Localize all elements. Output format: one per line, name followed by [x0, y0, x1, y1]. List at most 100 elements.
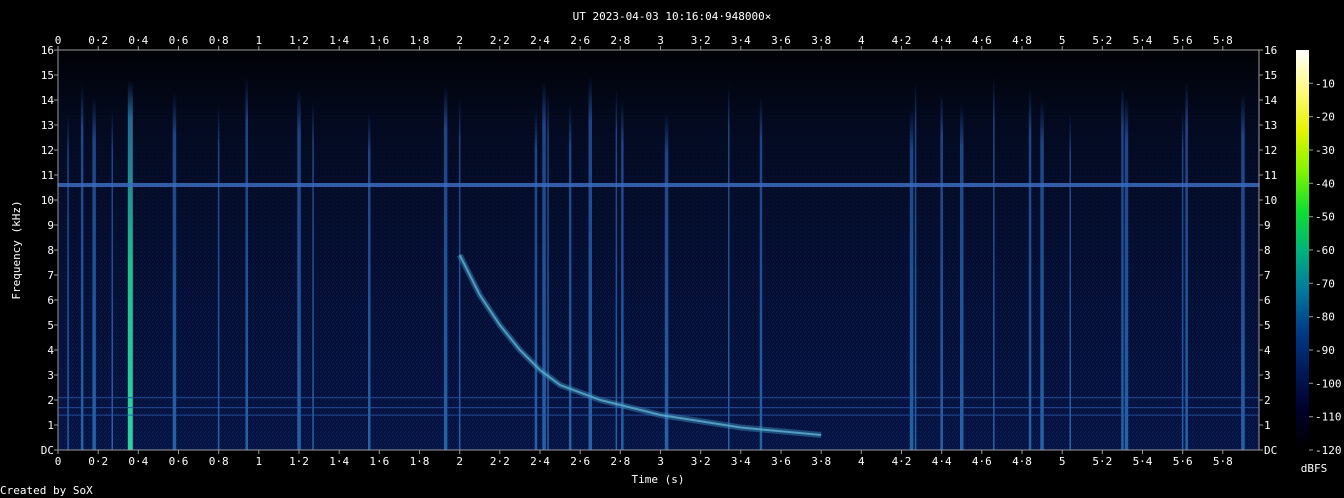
x-tick-label: 1·8	[410, 455, 430, 468]
x-tick-label-top: 3·2	[691, 34, 711, 47]
sferic-streak	[172, 92, 177, 450]
x-tick-label-top: 4·6	[972, 34, 992, 47]
low-tone-line	[58, 397, 1259, 399]
y-tick-label-right: 1	[1264, 419, 1271, 432]
x-tick-label-top: 1·4	[329, 34, 349, 47]
x-tick-label: 0·6	[169, 455, 189, 468]
colorbar-tick-label: -30	[1315, 144, 1335, 157]
y-tick-label-right: 11	[1264, 169, 1277, 182]
y-tick-label: 12	[41, 144, 54, 157]
credit-text: Created by SoX	[0, 484, 93, 497]
y-tick-label-right: 2	[1264, 394, 1271, 407]
x-tick-label: 2·2	[490, 455, 510, 468]
colorbar-tick-label: -10	[1315, 77, 1335, 90]
x-tick-label-top: 4	[858, 34, 865, 47]
sferic-streak	[1241, 92, 1245, 450]
y-tick-label: 9	[47, 219, 54, 232]
x-tick-label-top: 1·2	[289, 34, 309, 47]
x-tick-label-top: 3	[657, 34, 664, 47]
sferic-streak	[1069, 112, 1071, 450]
sferic-streak	[458, 96, 461, 450]
x-tick-label: 5·8	[1213, 455, 1233, 468]
y-tick-label-right: 13	[1264, 119, 1277, 132]
y-tick-label-right: 4	[1264, 344, 1271, 357]
y-tick-label: 8	[47, 244, 54, 257]
chart-title: UT 2023-04-03 10:16:04·948000×	[573, 10, 772, 23]
low-tone-line	[58, 407, 1259, 409]
sferic-streak	[759, 96, 763, 450]
x-tick-label-top: 4·8	[1012, 34, 1032, 47]
y-axis-right: DC12345678910111213141516	[1259, 44, 1278, 457]
colorbar-tick-label: -70	[1315, 277, 1335, 290]
y-tick-label-right: 9	[1264, 219, 1271, 232]
x-axis-top: 0 0·2 0·4 0·6 0·8 1 1·2 1·4 1·6 1·8 2 2·2 2·4 2·6 2·8 3…	[55, 34, 1233, 50]
x-tick-label-top: 2·8	[610, 34, 630, 47]
plot-top-fade	[58, 50, 1259, 450]
x-tick-label-top: 5·6	[1173, 34, 1193, 47]
x-tick-label: 0·2	[88, 455, 108, 468]
x-axis-bottom: 0 0·2 0·4 0·6 0·8 1 1·2 1·4 1·6 1·8 2 2·2 2·4 2·6 2·8 3…	[55, 450, 1233, 468]
x-tick-label: 1·4	[329, 455, 349, 468]
sferic-streak	[297, 88, 301, 450]
y-tick-label-right: 8	[1264, 244, 1271, 257]
x-tick-label-top: 5	[1059, 34, 1066, 47]
sferic-streak	[1028, 88, 1032, 450]
x-tick-label: 1	[255, 455, 262, 468]
y-tick-label-right: 15	[1264, 69, 1277, 82]
sferic-streak	[534, 108, 538, 450]
x-tick-label: 4	[858, 455, 865, 468]
y-tick-label-right: DC	[1264, 444, 1277, 457]
x-tick-label: 3·8	[811, 455, 831, 468]
x-tick-label-top: 1·6	[369, 34, 389, 47]
sferic-streak	[542, 80, 546, 450]
y-tick-label-right: 16	[1264, 44, 1277, 57]
sferic-streak	[1181, 108, 1184, 450]
y-tick-label: 7	[47, 269, 54, 282]
x-tick-label: 0·8	[209, 455, 229, 468]
y-tick-label-right: 6	[1264, 294, 1271, 307]
y-axis-label: Frequency (kHz)	[10, 200, 23, 299]
y-tick-label-right: 3	[1264, 369, 1271, 382]
colorbar-tick-label: -110	[1315, 411, 1342, 424]
y-tick-label: 16	[41, 44, 54, 57]
x-tick-label: 5·4	[1133, 455, 1153, 468]
y-tick-label: 6	[47, 294, 54, 307]
x-tick-label: 4·4	[932, 455, 952, 468]
x-tick-label: 5·6	[1173, 455, 1193, 468]
y-tick-label-right: 10	[1264, 194, 1277, 207]
colorbar-ticks: -10 -20 -30 -40 -50 -60 -70 -80 -90 -100 -110 -120	[1309, 77, 1342, 457]
x-tick-label: 1·6	[369, 455, 389, 468]
spectrogram-figure: UT 2023-04-03 10:16:04·948000× 0 0·2 0·4 0·…	[0, 10, 1342, 497]
x-tick-label-top: 1·8	[410, 34, 430, 47]
colorbar: -10-20-30-40-50-60-70-80-90-100-110-120 …	[1296, 50, 1342, 475]
x-tick-label-top: 4·2	[892, 34, 912, 47]
colorbar-tick-label: -50	[1315, 211, 1335, 224]
sferic-streak	[1185, 80, 1188, 450]
y-tick-label-right: 14	[1264, 94, 1278, 107]
x-tick-label-top: 0·4	[128, 34, 148, 47]
sferic-streak	[728, 84, 730, 450]
y-axis-left: DC12345678910111213141516	[41, 44, 58, 457]
x-tick-label: 3·6	[771, 455, 791, 468]
y-tick-label: 5	[47, 319, 54, 332]
sferic-streak	[67, 112, 69, 450]
sferic-streak	[111, 108, 113, 450]
x-tick-label-top: 2·4	[530, 34, 550, 47]
x-tick-label-top: 3·4	[731, 34, 751, 47]
x-tick-label-top: 2·2	[490, 34, 510, 47]
x-tick-label-top: 2	[456, 34, 463, 47]
sferic-streak	[993, 76, 995, 450]
x-tick-label-top: 5·2	[1092, 34, 1112, 47]
x-tick-label-top: 3·6	[771, 34, 791, 47]
sferic-streak	[92, 96, 96, 450]
colorbar-tick-label: -90	[1315, 344, 1335, 357]
y-tick-label: DC	[41, 444, 54, 457]
sferic-streak	[664, 112, 669, 450]
y-tick-label: 14	[41, 94, 55, 107]
sferic-streak	[1121, 84, 1124, 450]
strong-sferic	[127, 80, 133, 450]
x-tick-label: 2·8	[610, 455, 630, 468]
x-tick-label: 0·4	[128, 455, 148, 468]
x-tick-label: 5	[1059, 455, 1066, 468]
x-axis-label: Time (s)	[632, 473, 685, 486]
